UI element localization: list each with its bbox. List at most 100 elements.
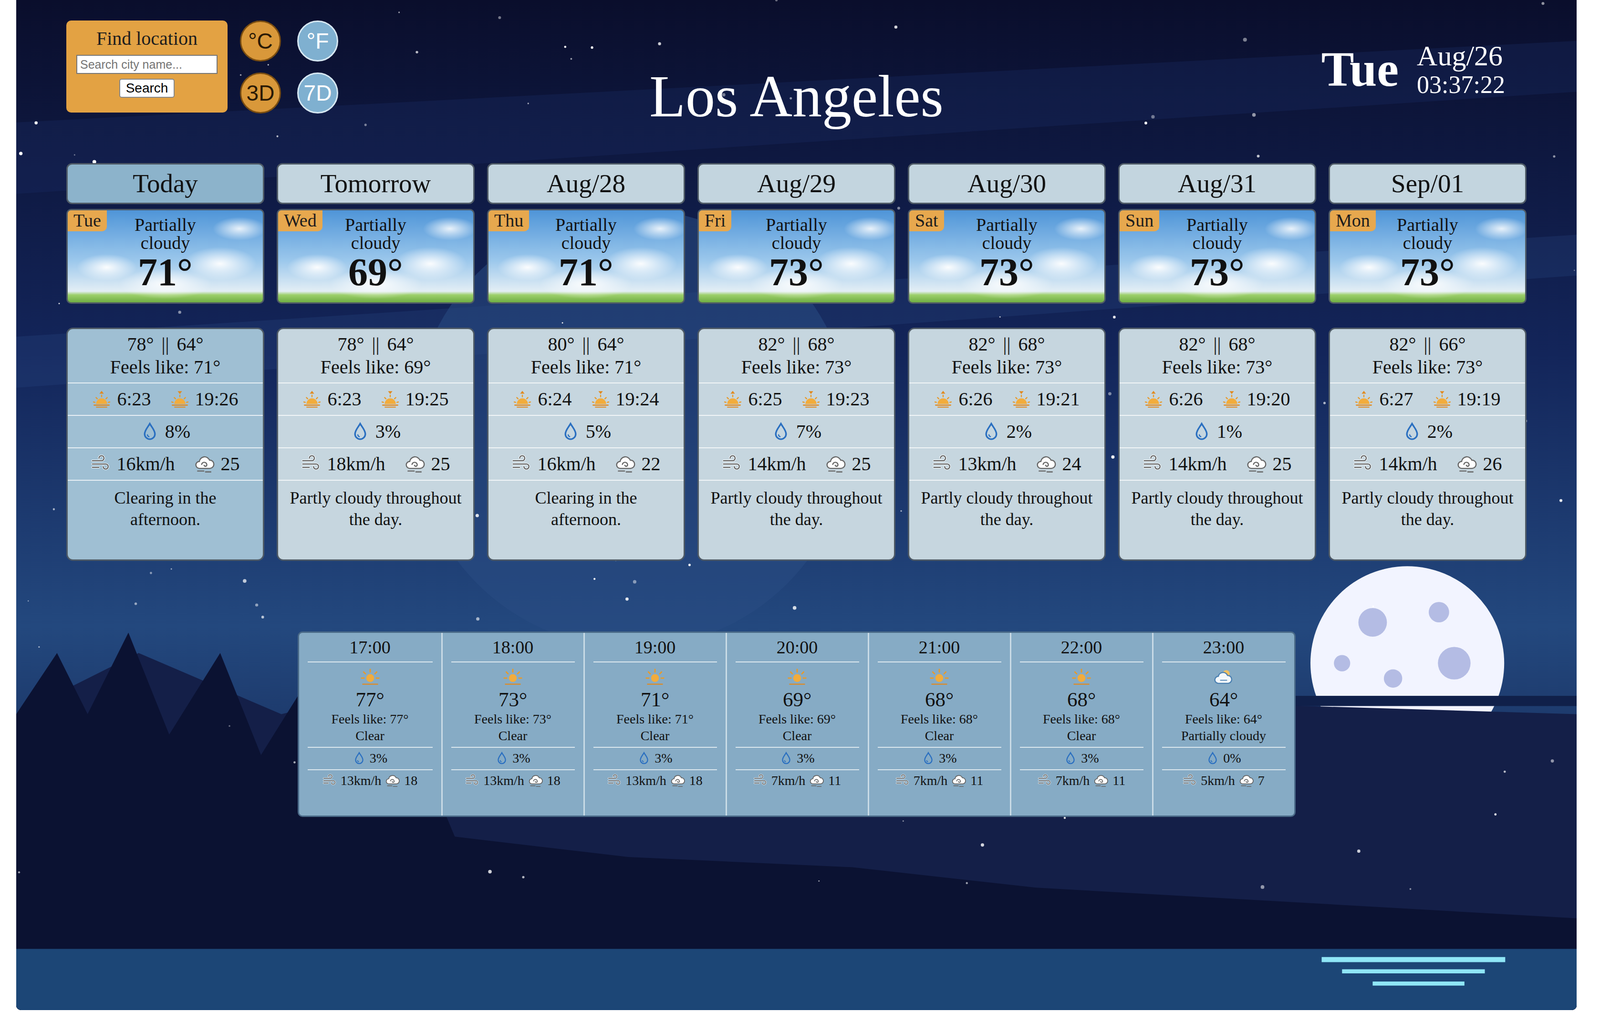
range-button[interactable]: 3D [239, 72, 281, 114]
sun-icon [928, 666, 950, 688]
sunrise-icon [933, 389, 953, 409]
wind-icon [895, 773, 910, 789]
day-column[interactable]: Aug/29FriPartially cloudy73°82°||68°Feel… [697, 163, 896, 562]
day-temperature: 73° [1189, 251, 1245, 293]
raindrop-icon [140, 422, 160, 442]
sunrise-time: 6:23 [327, 387, 362, 411]
temperature-range: 82°||68°Feels like: 73° [1119, 329, 1315, 383]
feels-like: Feels like: 73° [951, 355, 1063, 379]
high-temp: 82° [758, 333, 785, 355]
day-tab[interactable]: Sep/01 [1328, 163, 1527, 205]
gust-value: 25 [851, 452, 872, 476]
wind-icon [90, 454, 111, 475]
feels-like: Feels like: 71° [110, 355, 221, 379]
precipitation: 7% [698, 415, 894, 448]
raindrop-icon [1402, 422, 1422, 442]
star [570, 58, 573, 61]
hour-time: 22:00 [1019, 636, 1144, 663]
star [52, 508, 55, 511]
day-tab[interactable]: Aug/31 [1118, 163, 1317, 205]
gust-icon [384, 773, 401, 789]
gust-value: 18 [404, 772, 418, 790]
sun-icon [359, 666, 381, 688]
wind: 14km/h25 [1119, 447, 1315, 480]
weekday-badge: Mon [1329, 210, 1376, 232]
day-column[interactable]: TomorrowWedPartially cloudy69°78°||64°Fe… [276, 163, 475, 562]
raindrop-icon [921, 751, 936, 766]
sunset-time: 19:24 [615, 387, 660, 411]
precipitation-chance: 3% [369, 749, 388, 768]
star [1357, 849, 1361, 853]
hour-icon-slot [593, 662, 717, 689]
star [897, 206, 901, 210]
daily-forecast: TodayTuePartially cloudy71°78°||64°Feels… [66, 163, 1527, 562]
wind-speed: 7km/h [771, 772, 806, 790]
description-text: Partly cloudy throughout the day. [920, 487, 1093, 531]
day-condition: Partially cloudy [1164, 216, 1270, 252]
low-temp: 68° [1228, 333, 1256, 355]
range-button[interactable]: 7D [297, 72, 339, 114]
day-temperature: 69° [348, 251, 404, 293]
sun-icon [359, 666, 381, 689]
wind-icon [1182, 773, 1197, 789]
gust-icon [528, 773, 544, 789]
separator: || [371, 333, 380, 355]
weather-app: Find locationSearch°C°F3D7DLos AngelesTu… [16, 0, 1577, 1011]
sunset-icon [1011, 389, 1031, 409]
star [1323, 402, 1326, 405]
wind-icon [301, 454, 322, 475]
day-tab[interactable]: Aug/29 [697, 163, 896, 205]
sunset-icon [1432, 389, 1452, 409]
hour-condition: Clear [593, 727, 717, 745]
raindrop-icon [352, 751, 366, 766]
day-condition: Partially cloudy [323, 216, 429, 252]
gust-icon [1035, 453, 1057, 475]
hour-time: 23:00 [1162, 636, 1286, 663]
unit-button[interactable]: °C [239, 20, 281, 62]
raindrop-icon [1063, 751, 1078, 766]
hourly-forecast: 17:0077°Feels like: 77°Clear3%13km/h1818… [297, 631, 1296, 818]
star [999, 316, 1001, 318]
sun-icon [1070, 666, 1092, 688]
day-column[interactable]: Aug/30SatPartially cloudy73°82°||68°Feel… [907, 163, 1106, 562]
wind-icon [721, 454, 742, 475]
wind-icon [1142, 454, 1163, 475]
gust-icon [670, 773, 686, 789]
star [239, 74, 242, 76]
wind-icon [511, 454, 532, 475]
low-temp: 64° [176, 333, 204, 355]
hour-time: 17:00 [307, 636, 433, 663]
high-temp: 78° [126, 333, 154, 355]
day-tab[interactable]: Today [66, 163, 265, 205]
temperature-range: 82°||68°Feels like: 73° [909, 329, 1105, 383]
day-tab[interactable]: Tomorrow [276, 163, 475, 205]
precipitation-chance: 3% [938, 749, 957, 768]
day-column[interactable]: Sep/01MonPartially cloudy73°82°||66°Feel… [1328, 163, 1527, 562]
sunset-time: 19:19 [1457, 387, 1501, 411]
gust-icon [1093, 773, 1109, 789]
day-condition: Partially cloudy [954, 216, 1060, 252]
star [255, 603, 259, 607]
unit-button[interactable]: °F [297, 20, 339, 62]
wind: 13km/h24 [909, 447, 1105, 480]
sunrise-time: 6:26 [1168, 387, 1203, 411]
sun-times: 6:2319:26 [67, 382, 263, 416]
sunset-icon [1432, 389, 1452, 409]
day-temperature: 71° [137, 251, 193, 293]
high-low: 78°||64° [337, 332, 414, 356]
day-column[interactable]: Aug/31SunPartially cloudy73°82°||68°Feel… [1118, 163, 1317, 562]
sunrise-icon [723, 389, 743, 409]
day-column[interactable]: Aug/28ThuPartially cloudy71°80°||64°Feel… [487, 163, 686, 562]
raindrop-icon [352, 751, 366, 766]
day-temperature: 73° [768, 251, 824, 293]
sunrise-icon [302, 389, 322, 409]
sunset-icon [591, 389, 611, 409]
day-tab[interactable]: Aug/30 [907, 163, 1106, 205]
day-column[interactable]: TodayTuePartially cloudy71°78°||64°Feels… [66, 163, 265, 562]
star [527, 102, 530, 104]
day-tab[interactable]: Aug/28 [487, 163, 686, 205]
star [1243, 37, 1247, 42]
star [1541, 1, 1545, 5]
search-button[interactable]: Search [119, 78, 176, 98]
city-search-input[interactable] [76, 54, 218, 74]
